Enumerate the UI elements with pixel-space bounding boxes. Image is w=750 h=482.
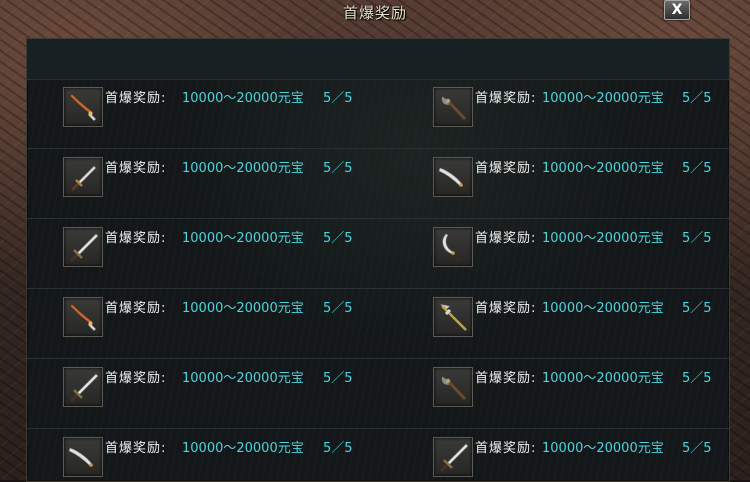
title-bar: 首爆奖励 X — [0, 0, 750, 26]
reward-entry: 首爆奖励: 10000～20000元宝 5／5 — [63, 367, 403, 411]
reward-entry: 首爆奖励: 10000～20000元宝 5／5 — [433, 367, 723, 411]
item-slot[interactable] — [63, 297, 103, 337]
reward-entry: 首爆奖励: 10000～20000元宝 5／5 — [63, 87, 403, 131]
reward-amount: 10000～20000元宝 — [182, 231, 304, 246]
reward-entry: 首爆奖励: 10000～20000元宝 5／5 — [63, 297, 403, 341]
reward-count: 5／5 — [682, 441, 712, 456]
reward-label: 首爆奖励: — [475, 301, 537, 316]
reward-count: 5／5 — [323, 91, 353, 106]
reward-entry: 首爆奖励: 10000～20000元宝 5／5 — [63, 227, 403, 271]
item-slot[interactable] — [63, 227, 103, 267]
reward-label: 首爆奖励: — [105, 441, 167, 456]
reward-entry: 首爆奖励: 10000～20000元宝 5／5 — [433, 437, 723, 481]
window-title: 首爆奖励 — [342, 4, 407, 22]
item-slot[interactable] — [433, 367, 473, 407]
reward-row: 首爆奖励: 10000～20000元宝 5／5 首爆奖励: 10000～2000… — [27, 149, 729, 219]
reward-row: 首爆奖励: 10000～20000元宝 5／5 首爆奖励: 10000～2000… — [27, 289, 729, 359]
reward-count: 5／5 — [682, 91, 712, 106]
item-slot[interactable] — [433, 87, 473, 127]
item-slot[interactable] — [63, 437, 103, 477]
reward-entry: 首爆奖励: 10000～20000元宝 5／5 — [433, 227, 723, 271]
reward-amount: 10000～20000元宝 — [182, 301, 304, 316]
reward-entry: 首爆奖励: 10000～20000元宝 5／5 — [63, 437, 403, 481]
item-slot[interactable] — [63, 157, 103, 197]
item-slot[interactable] — [433, 227, 473, 267]
reward-amount: 10000～20000元宝 — [182, 161, 304, 176]
reward-amount: 10000～20000元宝 — [542, 371, 664, 386]
reward-label: 首爆奖励: — [105, 301, 167, 316]
rewards-panel: 首爆奖励: 10000～20000元宝 5／5 首爆奖励: 10000～2000… — [26, 38, 730, 482]
reward-row: 首爆奖励: 10000～20000元宝 5／5 首爆奖励: 10000～2000… — [27, 359, 729, 429]
reward-label: 首爆奖励: — [105, 371, 167, 386]
reward-amount: 10000～20000元宝 — [542, 301, 664, 316]
reward-entry: 首爆奖励: 10000～20000元宝 5／5 — [63, 157, 403, 201]
reward-amount: 10000～20000元宝 — [182, 371, 304, 386]
reward-count: 5／5 — [323, 371, 353, 386]
reward-amount: 10000～20000元宝 — [542, 441, 664, 456]
reward-entry: 首爆奖励: 10000～20000元宝 5／5 — [433, 157, 723, 201]
reward-row: 首爆奖励: 10000～20000元宝 5／5 首爆奖励: 10000～2000… — [27, 429, 729, 481]
reward-label: 首爆奖励: — [475, 371, 537, 386]
reward-amount: 10000～20000元宝 — [182, 441, 304, 456]
item-slot[interactable] — [433, 437, 473, 477]
close-button[interactable]: X — [664, 0, 690, 20]
item-slot[interactable] — [63, 87, 103, 127]
reward-label: 首爆奖励: — [105, 161, 167, 176]
reward-amount: 10000～20000元宝 — [182, 91, 304, 106]
reward-label: 首爆奖励: — [105, 91, 167, 106]
reward-count: 5／5 — [323, 161, 353, 176]
reward-label: 首爆奖励: — [475, 91, 537, 106]
reward-count: 5／5 — [682, 371, 712, 386]
panel-header-strip — [27, 39, 729, 80]
reward-label: 首爆奖励: — [475, 161, 537, 176]
reward-amount: 10000～20000元宝 — [542, 91, 664, 106]
reward-amount: 10000～20000元宝 — [542, 231, 664, 246]
reward-count: 5／5 — [682, 231, 712, 246]
reward-count: 5／5 — [323, 231, 353, 246]
reward-count: 5／5 — [323, 441, 353, 456]
reward-entry: 首爆奖励: 10000～20000元宝 5／5 — [433, 297, 723, 341]
reward-label: 首爆奖励: — [105, 231, 167, 246]
reward-count: 5／5 — [682, 161, 712, 176]
reward-count: 5／5 — [323, 301, 353, 316]
reward-entry: 首爆奖励: 10000～20000元宝 5／5 — [433, 87, 723, 131]
reward-count: 5／5 — [682, 301, 712, 316]
reward-row: 首爆奖励: 10000～20000元宝 5／5 首爆奖励: 10000～2000… — [27, 219, 729, 289]
item-slot[interactable] — [63, 367, 103, 407]
item-slot[interactable] — [433, 157, 473, 197]
item-slot[interactable] — [433, 297, 473, 337]
reward-amount: 10000～20000元宝 — [542, 161, 664, 176]
reward-row: 首爆奖励: 10000～20000元宝 5／5 首爆奖励: 10000～2000… — [27, 79, 729, 149]
reward-label: 首爆奖励: — [475, 441, 537, 456]
reward-label: 首爆奖励: — [475, 231, 537, 246]
